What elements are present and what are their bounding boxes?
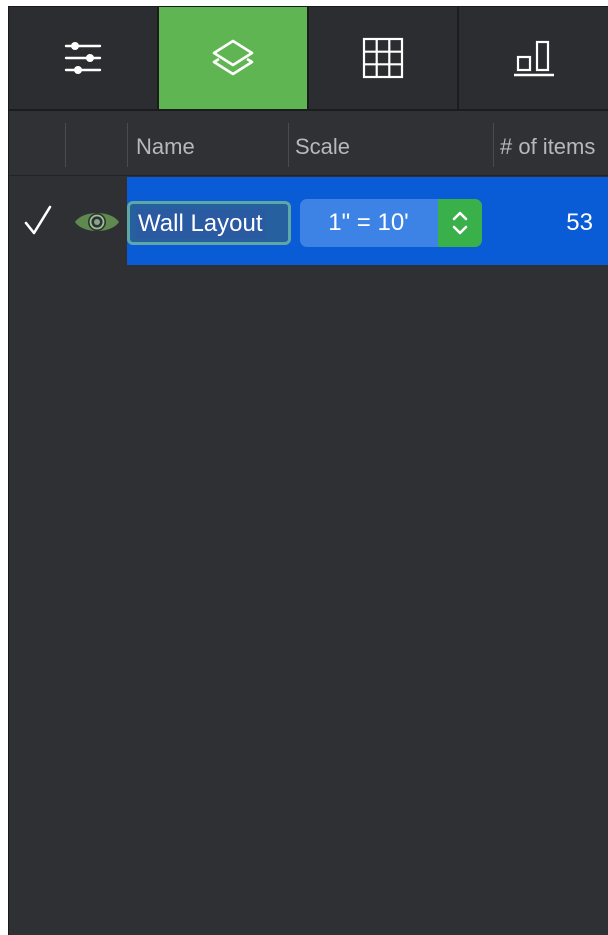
column-divider[interactable] bbox=[288, 123, 289, 167]
column-divider[interactable] bbox=[65, 123, 66, 167]
checkmark-icon[interactable] bbox=[23, 203, 53, 237]
column-header-items[interactable]: # of items bbox=[500, 111, 595, 175]
layer-name-field[interactable]: Wall Layout bbox=[127, 201, 291, 245]
tab-settings[interactable] bbox=[9, 7, 159, 109]
layer-name-text: Wall Layout bbox=[136, 209, 265, 239]
table-row[interactable]: Wall Layout 1" = 10' 53 bbox=[9, 177, 608, 265]
bar-chart-icon bbox=[513, 40, 554, 77]
grid-icon bbox=[362, 37, 404, 79]
tab-chart[interactable] bbox=[459, 7, 608, 109]
column-header-scale[interactable]: Scale bbox=[295, 111, 350, 175]
chevron-up-down-icon bbox=[452, 211, 468, 235]
scale-dropdown[interactable]: 1" = 10' bbox=[300, 199, 482, 247]
table-header: Name Scale # of items bbox=[9, 111, 608, 176]
column-header-name[interactable]: Name bbox=[136, 111, 195, 175]
eye-icon[interactable] bbox=[73, 207, 121, 237]
column-divider[interactable] bbox=[493, 123, 494, 167]
sliders-icon bbox=[64, 42, 102, 74]
scale-value: 1" = 10' bbox=[328, 209, 409, 236]
tab-layers[interactable] bbox=[159, 7, 309, 109]
layers-panel: Name Scale # of items Wall Layout 1" = 1… bbox=[8, 6, 608, 935]
scale-stepper[interactable] bbox=[438, 199, 482, 247]
column-divider[interactable] bbox=[127, 123, 128, 167]
tab-grid[interactable] bbox=[309, 7, 459, 109]
toolbar bbox=[9, 7, 608, 111]
layers-icon bbox=[212, 39, 254, 76]
item-count: 53 bbox=[566, 209, 593, 236]
